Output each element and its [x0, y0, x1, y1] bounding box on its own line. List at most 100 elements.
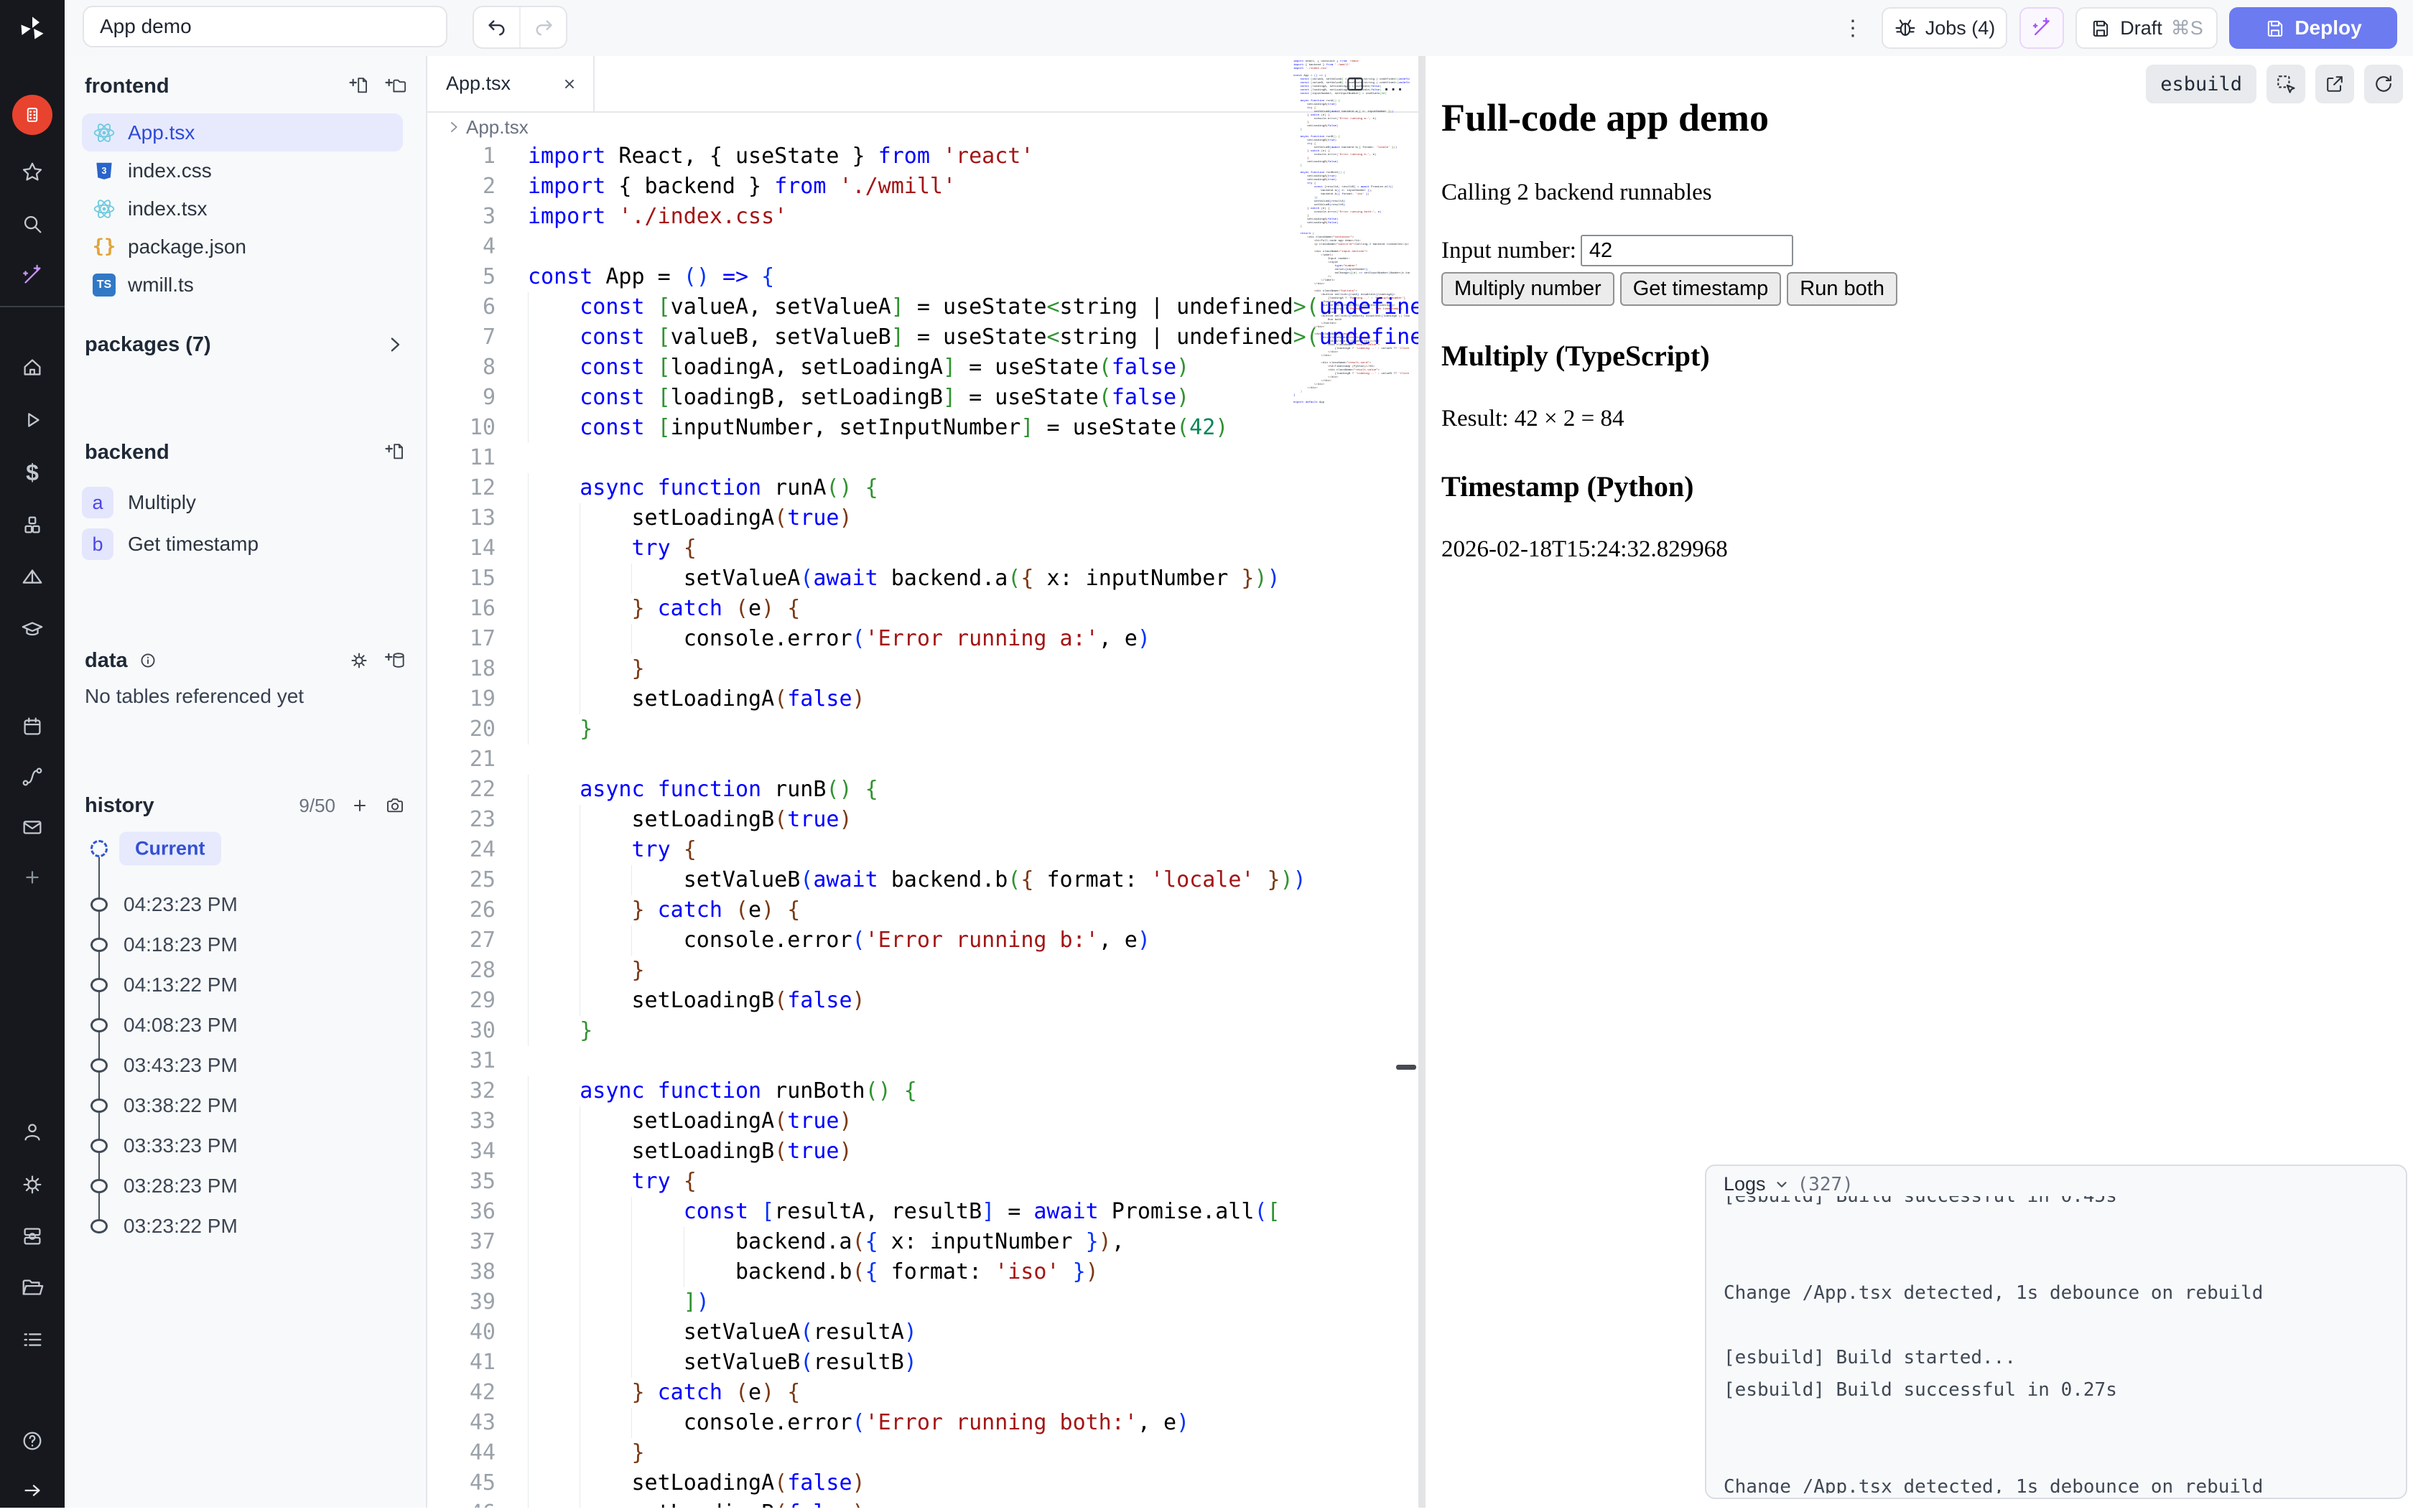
code-line[interactable]: 16 } catch (e) {	[427, 594, 1418, 624]
refresh-button[interactable]	[2364, 65, 2403, 103]
code-line[interactable]: 42 } catch (e) {	[427, 1378, 1418, 1408]
close-icon[interactable]	[560, 75, 579, 93]
code-line[interactable]: 9 const [loadingB, setLoadingB] = useSta…	[427, 383, 1418, 413]
code-line[interactable]: 7 const [valueB, setValueB] = useState<s…	[427, 322, 1418, 353]
user-icon[interactable]	[0, 1111, 65, 1154]
data-settings-button[interactable]	[348, 650, 370, 671]
file-item-package-json[interactable]: {}package.json	[82, 228, 403, 266]
kebab-menu-icon[interactable]: ⋮	[1838, 7, 1867, 49]
code-line[interactable]: 22 async function runB() {	[427, 775, 1418, 805]
backend-item-get-timestamp[interactable]: bGet timestamp	[82, 525, 259, 564]
gear-icon[interactable]	[0, 1163, 65, 1206]
code-line[interactable]: 23 setLoadingB(true)	[427, 805, 1418, 835]
code-line[interactable]: 43 console.error('Error running both:', …	[427, 1408, 1418, 1438]
chevron-right-icon[interactable]	[384, 334, 406, 355]
history-entry[interactable]: 03:38:22 PM	[124, 1094, 238, 1117]
add-file-button[interactable]	[348, 75, 370, 97]
code-line[interactable]: 38 backend.b({ format: 'iso' })	[427, 1257, 1418, 1287]
code-line[interactable]: 14 try {	[427, 533, 1418, 564]
code-line[interactable]: 2import { backend } from './wmill'	[427, 172, 1418, 202]
code-line[interactable]: 4	[427, 232, 1418, 262]
cubes-icon[interactable]	[0, 503, 65, 546]
history-entry[interactable]: 04:18:23 PM	[124, 933, 238, 956]
code-line[interactable]: 34 setLoadingB(true)	[427, 1137, 1418, 1167]
workers-icon[interactable]	[0, 1215, 65, 1258]
open-external-button[interactable]	[2315, 65, 2354, 103]
arrow-right-icon[interactable]	[0, 1469, 65, 1512]
graduation-cap-icon[interactable]	[0, 608, 65, 651]
code-line[interactable]: 28 }	[427, 956, 1418, 986]
code-line[interactable]: 3import './index.css'	[427, 202, 1418, 232]
minimap[interactable]: import React, { useState } from 'react' …	[1293, 60, 1410, 434]
input-number-field[interactable]	[1581, 235, 1793, 266]
history-entry[interactable]: 03:43:23 PM	[124, 1054, 238, 1077]
inspect-element-button[interactable]	[2266, 65, 2305, 103]
mail-icon[interactable]	[0, 806, 65, 849]
list-icon[interactable]	[0, 1318, 65, 1361]
code-line[interactable]: 15 setValueA(await backend.a({ x: inputN…	[427, 564, 1418, 594]
code-line[interactable]: 30 }	[427, 1016, 1418, 1046]
code-line[interactable]: 18 }	[427, 654, 1418, 684]
info-icon[interactable]	[138, 650, 158, 671]
code-line[interactable]: 33 setLoadingA(true)	[427, 1106, 1418, 1137]
camera-icon[interactable]	[384, 795, 406, 816]
code-line[interactable]: 46 setLoadingB(false)	[427, 1498, 1418, 1508]
code-line[interactable]: 17 console.error('Error running a:', e)	[427, 624, 1418, 654]
history-current[interactable]: Current	[119, 832, 221, 866]
code-line[interactable]: 37 backend.a({ x: inputNumber }),	[427, 1227, 1418, 1257]
star-icon[interactable]	[0, 151, 65, 194]
code-line[interactable]: 27 console.error('Error running b:', e)	[427, 925, 1418, 956]
file-item-index-tsx[interactable]: index.tsx	[82, 190, 403, 228]
draft-button[interactable]: Draft ⌘S	[2075, 7, 2218, 49]
pyramid-icon[interactable]	[0, 556, 65, 599]
redo-button[interactable]	[521, 7, 566, 47]
code-line[interactable]: 26 } catch (e) {	[427, 895, 1418, 925]
route-icon[interactable]	[0, 755, 65, 798]
packages-row[interactable]: packages (7)	[65, 329, 426, 360]
folders-icon[interactable]	[0, 1266, 65, 1310]
history-entry[interactable]: 03:33:23 PM	[124, 1134, 238, 1157]
run-both-button[interactable]: Run both	[1787, 272, 1897, 306]
workspace-icon[interactable]	[0, 93, 65, 136]
multiply-number-button[interactable]: Multiply number	[1441, 272, 1614, 306]
add-runnable-button[interactable]	[384, 442, 406, 463]
code-line[interactable]: 40 setValueA(resultA)	[427, 1317, 1418, 1348]
search-icon[interactable]	[0, 202, 65, 246]
code-line[interactable]: 36 const [resultA, resultB] = await Prom…	[427, 1197, 1418, 1227]
history-entry[interactable]: 03:23:22 PM	[124, 1215, 238, 1238]
code-line[interactable]: 8 const [loadingA, setLoadingA] = useSta…	[427, 353, 1418, 383]
logs-label[interactable]: Logs	[1724, 1173, 1766, 1195]
code-line[interactable]: 25 setValueB(await backend.b({ format: '…	[427, 865, 1418, 895]
file-item-index-css[interactable]: 3index.css	[82, 151, 403, 190]
history-entry[interactable]: 03:28:23 PM	[124, 1175, 238, 1198]
add-folder-button[interactable]	[384, 75, 406, 97]
code-line[interactable]: 12 async function runA() {	[427, 473, 1418, 503]
history-entry[interactable]: 04:23:23 PM	[124, 893, 238, 916]
code-line[interactable]: 5const App = () => {	[427, 262, 1418, 292]
code-line[interactable]: 21	[427, 745, 1418, 775]
code-line[interactable]: 32 async function runBoth() {	[427, 1076, 1418, 1106]
tab-app-tsx[interactable]: App.tsx	[427, 56, 595, 111]
wand-icon[interactable]	[0, 254, 65, 297]
chevron-down-icon[interactable]	[1775, 1177, 1789, 1192]
add-snapshot-button[interactable]	[350, 795, 370, 816]
code-line[interactable]: 19 setLoadingA(false)	[427, 684, 1418, 714]
panel-divider[interactable]	[1418, 56, 1426, 1508]
code-line[interactable]: 45 setLoadingA(false)	[427, 1468, 1418, 1498]
code-line[interactable]: 31	[427, 1046, 1418, 1076]
code-area[interactable]: 1import React, { useState } from 'react'…	[427, 141, 1418, 1508]
code-line[interactable]: 11	[427, 443, 1418, 473]
history-entry[interactable]: 04:13:22 PM	[124, 974, 238, 997]
get-timestamp-button[interactable]: Get timestamp	[1620, 272, 1782, 306]
code-line[interactable]: 39 ])	[427, 1287, 1418, 1317]
divider-drag-handle[interactable]	[1396, 1065, 1416, 1070]
add-table-button[interactable]	[384, 650, 406, 671]
dollar-icon[interactable]: $	[0, 451, 65, 494]
plus-icon[interactable]	[0, 856, 65, 899]
history-entry[interactable]: 04:08:23 PM	[124, 1014, 238, 1037]
code-line[interactable]: 29 setLoadingB(false)	[427, 986, 1418, 1016]
calendar-icon[interactable]	[0, 705, 65, 748]
code-line[interactable]: 10 const [inputNumber, setInputNumber] =…	[427, 413, 1418, 443]
code-line[interactable]: 35 try {	[427, 1167, 1418, 1197]
jobs-button[interactable]: Jobs (4)	[1882, 7, 2007, 49]
